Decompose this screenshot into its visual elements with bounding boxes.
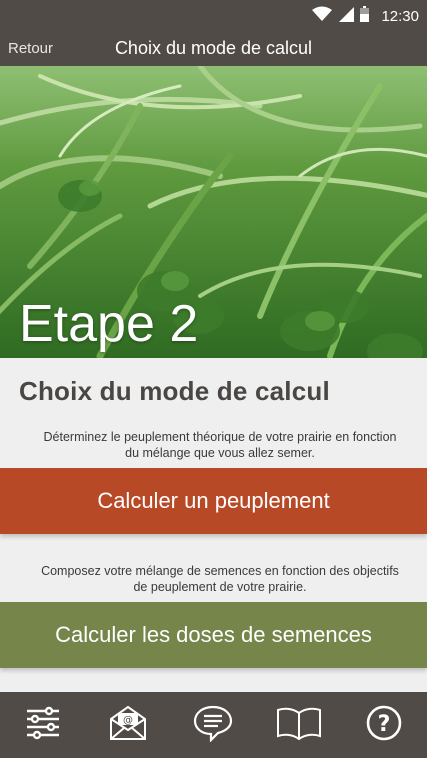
wifi-icon bbox=[312, 6, 333, 27]
section-title: Choix du mode de calcul bbox=[19, 376, 330, 406]
calculate-peuplement-button[interactable]: Calculer un peuplement bbox=[0, 468, 427, 534]
doses-description: Composez votre mélange de semences en fo… bbox=[41, 564, 399, 594]
guide-button[interactable] bbox=[273, 699, 325, 751]
battery-icon bbox=[360, 5, 370, 27]
status-bar: 12:30 bbox=[0, 0, 427, 32]
settings-button[interactable] bbox=[17, 699, 69, 751]
screen: 12:30 Retour Choix du mode de calcul Eta… bbox=[0, 0, 427, 758]
chat-button[interactable] bbox=[187, 699, 239, 751]
bottom-toolbar: @ ? bbox=[0, 692, 427, 758]
svg-text:@: @ bbox=[123, 715, 133, 726]
page-title: Choix du mode de calcul bbox=[114, 38, 313, 58]
calculate-doses-button[interactable]: Calculer les doses de semences bbox=[0, 602, 427, 668]
contact-button[interactable]: @ bbox=[102, 699, 154, 751]
settings-sliders-icon bbox=[25, 706, 61, 745]
help-button[interactable]: ? bbox=[358, 699, 410, 751]
step-label: Etape 2 bbox=[19, 295, 199, 353]
hero-image: Etape 2 bbox=[0, 66, 427, 358]
help-icon: ? bbox=[365, 704, 403, 747]
app-header: Retour Choix du mode de calcul bbox=[0, 32, 427, 66]
status-icons: 12:30 bbox=[312, 0, 419, 32]
chat-icon bbox=[193, 704, 233, 747]
svg-text:?: ? bbox=[378, 712, 391, 737]
peuplement-description: Déterminez le peuplement théorique de vo… bbox=[43, 430, 397, 460]
mail-icon: @ bbox=[108, 705, 148, 746]
status-time: 12:30 bbox=[381, 7, 419, 25]
book-icon bbox=[276, 705, 322, 746]
cell-signal-icon bbox=[338, 6, 355, 27]
